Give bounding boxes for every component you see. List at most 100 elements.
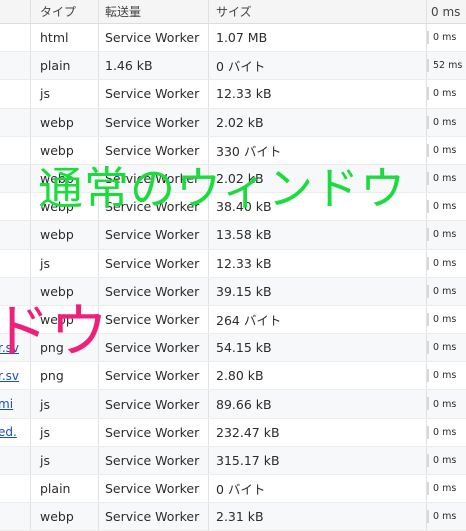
cell-size: 2.31 kB <box>208 503 426 531</box>
request-name-link[interactable]: mi <box>0 397 13 411</box>
cell-name[interactable] <box>0 475 30 502</box>
cell-time: 0 ms <box>426 221 466 249</box>
timeline-bar <box>427 312 429 326</box>
cell-time: 0 ms <box>426 305 466 334</box>
timeline-bar <box>427 369 429 383</box>
cell-size: 54.15 kB <box>208 334 426 362</box>
cell-name[interactable] <box>0 80 30 107</box>
network-request-table: タイプ 転送量 サイズ 0 ms html Service Worker 1.07 … <box>0 0 466 531</box>
timeline-bar <box>427 59 429 73</box>
cell-size: 2.80 kB <box>208 362 426 390</box>
cell-time: 0 ms <box>426 390 466 418</box>
overlay-label-partial: ドウ <box>0 297 109 365</box>
timeline-bar <box>427 397 429 411</box>
request-name-link[interactable]: r.sv <box>0 369 19 383</box>
table-row[interactable]: mi js Service Worker 89.66 kB 0 ms <box>0 390 466 419</box>
cell-type: webp <box>30 108 98 136</box>
cell-type: js <box>30 446 98 474</box>
cell-time: 52 ms <box>426 52 466 80</box>
overlay-label-normal-window: 通常のウィンドウ <box>38 162 407 215</box>
cell-name[interactable]: ed. <box>0 419 30 446</box>
table-row[interactable]: plain 1.46 kB 0 バイト 52 ms <box>0 52 466 81</box>
cell-time: 0 ms <box>426 164 466 193</box>
cell-name[interactable] <box>0 250 30 277</box>
table-row[interactable]: ed. js Service Worker 232.47 kB 0 ms <box>0 418 466 447</box>
table-row[interactable]: js Service Worker 12.33 kB 0 ms <box>0 80 466 109</box>
cell-transferred: Service Worker <box>98 249 208 277</box>
table-row[interactable]: js Service Worker 12.33 kB 0 ms <box>0 249 466 278</box>
table-row[interactable]: html Service Worker 1.07 MB 0 ms <box>0 24 466 53</box>
cell-size: 315.17 kB <box>208 446 426 474</box>
table-row[interactable]: r.sv png Service Worker 2.80 kB 0 ms <box>0 362 466 391</box>
cell-type: js <box>30 249 98 277</box>
cell-transferred: Service Worker <box>98 390 208 418</box>
cell-size: 1.07 MB <box>208 24 426 52</box>
table-row[interactable]: js Service Worker 315.17 kB 0 ms <box>0 446 466 475</box>
cell-type: js <box>30 418 98 446</box>
column-header-transferred[interactable]: 転送量 <box>98 0 208 23</box>
timeline-bar <box>427 115 429 129</box>
table-row[interactable]: webp Service Worker 13.58 kB 0 ms <box>0 221 466 250</box>
cell-time: 0 ms <box>426 80 466 108</box>
cell-name[interactable] <box>0 193 30 220</box>
cell-transferred: Service Worker <box>98 362 208 390</box>
cell-name[interactable] <box>0 221 30 248</box>
cell-name[interactable] <box>0 165 30 192</box>
cell-name[interactable]: mi <box>0 390 30 417</box>
timeline-bar <box>427 200 429 214</box>
column-header-time[interactable]: 0 ms <box>426 0 466 23</box>
request-name-link[interactable]: ed. <box>0 425 17 439</box>
cell-name[interactable] <box>0 52 30 79</box>
cell-name[interactable] <box>0 447 30 474</box>
cell-transferred: Service Worker <box>98 475 208 503</box>
table-row[interactable]: webp Service Worker 330 バイト 0 ms <box>0 136 466 165</box>
cell-transferred: Service Worker <box>98 108 208 136</box>
table-row[interactable]: webp Service Worker 2.02 kB 0 ms <box>0 108 466 137</box>
cell-type: plain <box>30 475 98 503</box>
cell-transferred: Service Worker <box>98 446 208 474</box>
timeline-bar <box>427 228 429 242</box>
cell-transferred: Service Worker <box>98 334 208 362</box>
cell-transferred: Service Worker <box>98 418 208 446</box>
cell-name[interactable] <box>0 109 30 136</box>
cell-size: 12.33 kB <box>208 249 426 277</box>
column-header-size[interactable]: サイズ <box>208 0 426 23</box>
cell-transferred: 1.46 kB <box>98 52 208 80</box>
cell-size: 13.58 kB <box>208 221 426 249</box>
cell-time: 0 ms <box>426 24 466 52</box>
cell-time: 0 ms <box>426 277 466 305</box>
timeline-bar <box>427 143 429 157</box>
table-row[interactable]: plain Service Worker 0 バイト 0 ms <box>0 475 466 504</box>
cell-time: 0 ms <box>426 446 466 474</box>
cell-name[interactable] <box>0 137 30 164</box>
cell-name[interactable] <box>0 503 30 530</box>
cell-size: 12.33 kB <box>208 80 426 108</box>
column-header-type[interactable]: タイプ <box>30 0 98 23</box>
cell-size: 232.47 kB <box>208 418 426 446</box>
timeline-bar <box>427 453 429 467</box>
table-header: タイプ 転送量 サイズ 0 ms <box>0 0 466 24</box>
cell-transferred: Service Worker <box>98 277 208 305</box>
cell-type: js <box>30 390 98 418</box>
cell-size: 89.66 kB <box>208 390 426 418</box>
cell-time: 0 ms <box>426 193 466 221</box>
cell-time: 0 ms <box>426 334 466 362</box>
cell-type: webp <box>30 221 98 249</box>
cell-name[interactable] <box>0 24 30 51</box>
table-row[interactable]: webp Service Worker 2.31 kB 0 ms <box>0 503 466 531</box>
cell-time: 0 ms <box>426 503 466 531</box>
cell-name[interactable]: r.sv <box>0 362 30 389</box>
column-header-name[interactable] <box>0 0 30 23</box>
cell-size: 39.15 kB <box>208 277 426 305</box>
cell-type: js <box>30 80 98 108</box>
cell-time: 0 ms <box>426 475 466 503</box>
cell-size: 264 バイト <box>208 305 426 334</box>
timeline-bar <box>427 31 429 44</box>
timeline-bar <box>427 171 429 185</box>
timeline-bar <box>427 341 429 355</box>
timeline-bar <box>427 256 429 270</box>
timeline-bar <box>427 284 429 298</box>
timeline-bar <box>427 425 429 439</box>
timeline-bar <box>427 482 429 495</box>
cell-time: 0 ms <box>426 362 466 390</box>
